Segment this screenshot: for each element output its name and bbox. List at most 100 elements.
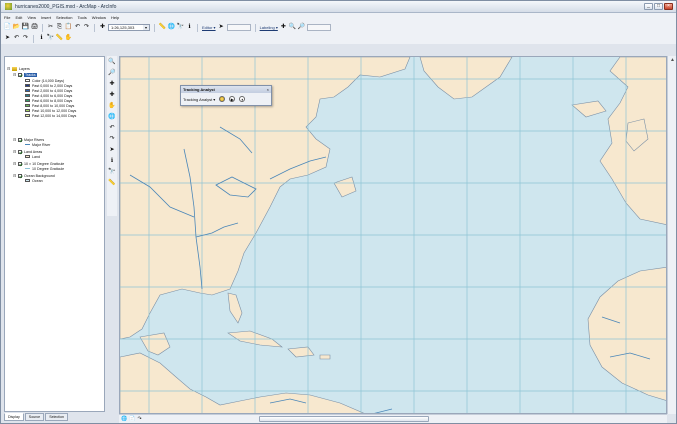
collapse-icon[interactable]: ⊟: [13, 72, 17, 77]
data-clock-icon[interactable]: ⏸: [239, 96, 246, 102]
layer-visibility-checkbox[interactable]: [18, 173, 22, 178]
zoom-in-icon[interactable]: 🔍: [108, 58, 116, 66]
layer-visibility-checkbox[interactable]: [18, 137, 22, 142]
cut-icon[interactable]: ✂: [47, 24, 54, 31]
collapse-icon[interactable]: ⊟: [13, 161, 17, 166]
tracking-toolbar-close-icon[interactable]: ×: [267, 86, 269, 93]
select-elements-icon[interactable]: ➤: [4, 35, 11, 42]
refresh-icon[interactable]: ↷: [137, 416, 141, 422]
editor-menu[interactable]: Editor ▾: [202, 25, 216, 30]
tracking-analyst-toolbar[interactable]: Tracking Analyst × Tracking Analyst ▾ ▶ …: [180, 85, 272, 106]
tracking-analyst-menu[interactable]: Tracking Analyst ▾: [183, 97, 215, 102]
layer-visibility-checkbox[interactable]: [18, 149, 22, 154]
legend-label: Color (14,000 Days): [32, 78, 65, 83]
legend-swatch: [25, 179, 30, 182]
layer-visibility-checkbox[interactable]: [18, 72, 22, 77]
layer-name[interactable]: Land Areas: [24, 150, 42, 154]
layer-name[interactable]: Major Rivers: [24, 138, 44, 142]
fixed-zoom-in-icon[interactable]: ✚: [108, 80, 116, 88]
identify-tool-icon[interactable]: ℹ: [108, 157, 116, 165]
layer-name[interactable]: Ocean Background: [24, 174, 55, 178]
help-icon[interactable]: ℹ: [186, 24, 193, 31]
legend-label: Past 4,000 to 6,000 Days: [32, 93, 73, 98]
measure-icon[interactable]: 📏: [56, 35, 63, 42]
map-canvas[interactable]: [120, 57, 667, 414]
minimize-button[interactable]: _: [644, 3, 653, 10]
back-extent-icon[interactable]: ↶: [108, 124, 116, 132]
full-extent-icon[interactable]: 🌐: [108, 113, 116, 121]
undo-icon-2[interactable]: ↶: [13, 35, 20, 42]
collapse-icon[interactable]: ⊟: [13, 149, 17, 154]
redo-icon[interactable]: ↷: [83, 24, 90, 31]
fixed-zoom-out-icon[interactable]: ✚: [108, 91, 116, 99]
scroll-up-icon[interactable]: ▲: [668, 56, 677, 64]
data-view-icon[interactable]: 🌐: [121, 416, 127, 422]
legend-label: Past 0,000 to 2,000 Days: [32, 83, 73, 88]
layer-name[interactable]: Tracks: [24, 72, 37, 77]
layer-name[interactable]: 10 × 10 Degree Graticule: [24, 162, 64, 166]
editor-toolbar-icon[interactable]: 📏: [159, 24, 166, 31]
tracking-toolbar-header[interactable]: Tracking Analyst ×: [181, 86, 271, 93]
window-title: hurricanes2000_PGIS.mxd - ArcMap - ArcIn…: [15, 3, 117, 10]
select-features-icon[interactable]: ➤: [108, 146, 116, 154]
secondary-toolbar: ➤ ↶ ↷ ℹ 🔭 📏 ✋: [1, 33, 676, 44]
label-scale-field[interactable]: [306, 24, 331, 31]
layout-view-icon[interactable]: 📄: [129, 416, 135, 422]
tab-display[interactable]: Display: [4, 413, 24, 421]
redo-icon-2[interactable]: ↷: [22, 35, 29, 42]
save-icon[interactable]: 💾: [22, 24, 29, 31]
legend-line-swatch: [25, 168, 30, 169]
sketch-tool-icon[interactable]: ➤: [218, 24, 225, 31]
horizontal-scrollbar[interactable]: 🌐 📄 ↷: [119, 414, 667, 423]
menu-insert[interactable]: Insert: [41, 15, 51, 20]
find-icon[interactable]: 🔭: [47, 35, 54, 42]
find-tool-icon[interactable]: 🔭: [108, 168, 116, 176]
new-document-icon[interactable]: 📄: [4, 24, 11, 31]
map-display[interactable]: [119, 56, 667, 414]
menu-file[interactable]: File: [4, 15, 10, 20]
horizontal-scroll-thumb[interactable]: [259, 416, 429, 422]
undo-icon[interactable]: ↶: [74, 24, 81, 31]
collapse-icon[interactable]: ⊟: [13, 173, 17, 178]
add-data-icon[interactable]: ✚: [99, 24, 106, 31]
playback-icon[interactable]: ▶: [229, 96, 236, 102]
tab-source[interactable]: Source: [24, 413, 45, 421]
menu-selection[interactable]: Selection: [56, 15, 72, 20]
copy-icon[interactable]: ⎘: [56, 24, 63, 31]
labeling-menu[interactable]: Labeling ▾: [260, 25, 278, 30]
collapse-icon[interactable]: ⊟: [7, 66, 11, 71]
open-icon[interactable]: 📂: [13, 24, 20, 31]
menu-help[interactable]: Help: [111, 15, 119, 20]
toc-layer-tracks[interactable]: ⊟ Tracks: [13, 72, 37, 77]
edit-task-field[interactable]: [226, 24, 251, 31]
zoom-out-icon[interactable]: 🔎: [108, 69, 116, 77]
toc-root-row[interactable]: ⊟ Layers: [7, 66, 30, 71]
tracking-manager-icon[interactable]: [219, 96, 226, 102]
menu-edit[interactable]: Edit: [15, 15, 22, 20]
label-weight-icon[interactable]: 🔎: [298, 24, 305, 31]
paste-icon[interactable]: 📋: [65, 24, 72, 31]
command-line-icon[interactable]: 🔭: [177, 24, 184, 31]
map-scale-combo[interactable]: 1:26,125,303: [108, 24, 150, 31]
identify-icon[interactable]: ℹ: [38, 35, 45, 42]
tab-selection[interactable]: Selection: [45, 413, 68, 421]
tracking-toolbar-title: Tracking Analyst: [183, 87, 215, 92]
collapse-icon[interactable]: ⊟: [13, 137, 17, 142]
layer-visibility-checkbox[interactable]: [18, 161, 22, 166]
hyperlink-icon[interactable]: ✋: [65, 35, 72, 42]
measure-tool-icon[interactable]: 📏: [108, 179, 116, 187]
label-priority-icon[interactable]: 🔍: [289, 24, 296, 31]
print-icon[interactable]: 🖨: [31, 24, 39, 31]
maximize-button[interactable]: □: [654, 3, 663, 10]
toc-tabs: Display Source Selection: [4, 413, 68, 421]
title-bar[interactable]: hurricanes2000_PGIS.mxd - ArcMap - ArcIn…: [1, 1, 676, 13]
forward-extent-icon[interactable]: ↷: [108, 135, 116, 143]
vertical-scrollbar[interactable]: ▲: [667, 56, 676, 414]
menu-window[interactable]: Window: [92, 15, 106, 20]
pan-icon[interactable]: ✋: [108, 102, 116, 110]
close-button[interactable]: ×: [664, 3, 673, 10]
menu-tools[interactable]: Tools: [77, 15, 86, 20]
label-manager-icon[interactable]: ✚: [280, 24, 287, 31]
arctoolbox-icon[interactable]: 🌐: [168, 24, 175, 31]
menu-view[interactable]: View: [27, 15, 36, 20]
